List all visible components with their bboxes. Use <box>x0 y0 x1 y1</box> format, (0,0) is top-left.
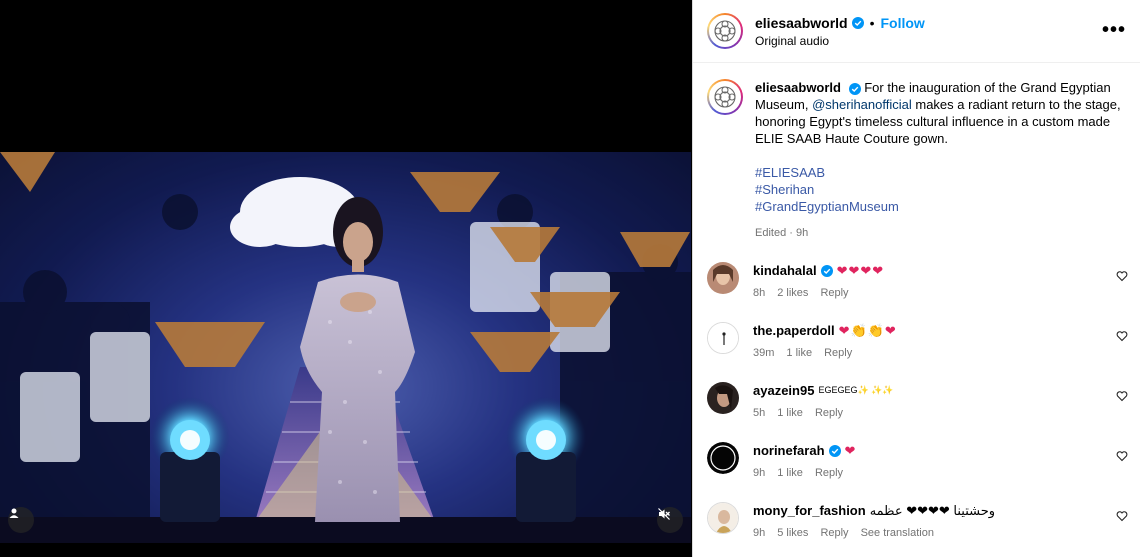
hashtag-link[interactable]: #GrandEgyptianMuseum <box>755 198 1126 215</box>
heart-outline-icon[interactable] <box>1116 330 1128 342</box>
see-translation-button[interactable]: See translation <box>861 525 934 542</box>
heart-outline-icon[interactable] <box>1116 390 1128 402</box>
caption-author-avatar[interactable] <box>707 79 743 115</box>
heart-outline-icon[interactable] <box>1116 270 1128 282</box>
comment-time: 5h <box>753 407 766 419</box>
header-text: eliesaabworld • Follow Original audio <box>755 15 925 48</box>
comment-text: ❤👏👏❤ <box>838 323 897 338</box>
user-tag-button[interactable] <box>8 507 34 533</box>
caption-text: eliesaabworld For the inauguration of th… <box>755 79 1126 147</box>
comment-item: kindahalal ❤❤❤❤ 8h 2 likes Reply <box>693 262 1140 322</box>
comment-time: 9h <box>753 467 766 479</box>
brand-logo-icon <box>714 86 736 108</box>
comment-item: ayazein95 EGEGEG✨ ✨✨ 5h 1 like Reply <box>693 382 1140 442</box>
comment-item: the.paperdoll ❤👏👏❤ 39m 1 like Reply <box>693 322 1140 382</box>
commenter-username[interactable]: norinefarah <box>753 442 825 459</box>
video-frame-graphic <box>0 152 691 543</box>
comment-likes[interactable]: 1 like <box>777 465 803 482</box>
speaker-muted-icon <box>658 508 670 520</box>
post-panel: eliesaabworld • Follow Original audio ••… <box>692 0 1140 557</box>
hashtag-link[interactable]: #ELIESAAB <box>755 164 1126 181</box>
comment-time: 39m <box>753 347 775 359</box>
comment-item: mony_for_fashion وحشتينا ❤❤❤❤ عظمه 9h 5 … <box>693 502 1140 557</box>
comment-likes[interactable]: 2 likes <box>777 285 808 302</box>
heart-outline-icon[interactable] <box>1116 510 1128 522</box>
hashtag-list: #ELIESAAB #Sherihan #GrandEgyptianMuseum <box>755 164 1126 215</box>
comment-likes[interactable]: 1 like <box>777 405 803 422</box>
commenter-username[interactable]: mony_for_fashion <box>753 502 866 519</box>
heart-outline-icon[interactable] <box>1116 450 1128 462</box>
comment-likes[interactable]: 5 likes <box>777 525 808 542</box>
mention-link[interactable]: @sherihanofficial <box>812 97 912 112</box>
reply-button[interactable]: Reply <box>815 465 843 482</box>
verified-badge-icon <box>828 444 841 457</box>
commenter-avatar[interactable] <box>707 382 739 414</box>
reply-button[interactable]: Reply <box>815 405 843 422</box>
commenter-avatar[interactable] <box>707 502 739 534</box>
post-header: eliesaabworld • Follow Original audio ••… <box>693 0 1140 63</box>
author-username[interactable]: eliesaabworld <box>755 15 848 31</box>
verified-badge-icon <box>848 82 861 95</box>
comment-text: وحشتينا ❤❤❤❤ عظمه <box>869 503 996 518</box>
reply-button[interactable]: Reply <box>824 345 852 362</box>
edited-timestamp: Edited · 9h <box>755 227 809 239</box>
media-area <box>0 0 691 557</box>
mute-button[interactable] <box>657 507 683 533</box>
follow-button[interactable]: Follow <box>881 15 925 31</box>
commenter-avatar[interactable] <box>707 262 739 294</box>
more-options-button[interactable]: ••• <box>1102 20 1126 40</box>
user-icon <box>9 508 19 518</box>
comment-likes[interactable]: 1 like <box>786 345 812 362</box>
commenter-avatar[interactable] <box>707 442 739 474</box>
caption-username[interactable]: eliesaabworld <box>755 80 841 95</box>
commenter-avatar[interactable] <box>707 322 739 354</box>
caption-body: eliesaabworld For the inauguration of th… <box>755 79 1126 242</box>
comment-time: 9h <box>753 527 766 539</box>
comment-text: ❤❤❤❤ <box>836 263 885 278</box>
verified-badge-icon <box>820 264 833 277</box>
comment-time: 8h <box>753 287 766 299</box>
comment-text: ❤ <box>844 443 857 458</box>
audio-link[interactable]: Original audio <box>755 34 925 48</box>
comment-text: EGEGEG✨ ✨✨ <box>818 385 894 395</box>
hashtag-link[interactable]: #Sherihan <box>755 181 1126 198</box>
verified-badge-icon <box>851 16 864 29</box>
author-avatar[interactable] <box>707 13 743 49</box>
comment-item: norinefarah ❤ 9h 1 like Reply <box>693 442 1140 502</box>
reply-button[interactable]: Reply <box>820 285 848 302</box>
video-player[interactable] <box>0 152 691 543</box>
reply-button[interactable]: Reply <box>820 525 848 542</box>
separator-dot: • <box>869 14 875 31</box>
caption-block: eliesaabworld For the inauguration of th… <box>693 63 1140 242</box>
brand-logo-icon <box>714 20 736 42</box>
comments-list: kindahalal ❤❤❤❤ 8h 2 likes Reply the.pap… <box>693 262 1140 557</box>
commenter-username[interactable]: ayazein95 <box>753 382 814 399</box>
commenter-username[interactable]: the.paperdoll <box>753 322 835 339</box>
commenter-username[interactable]: kindahalal <box>753 262 817 279</box>
